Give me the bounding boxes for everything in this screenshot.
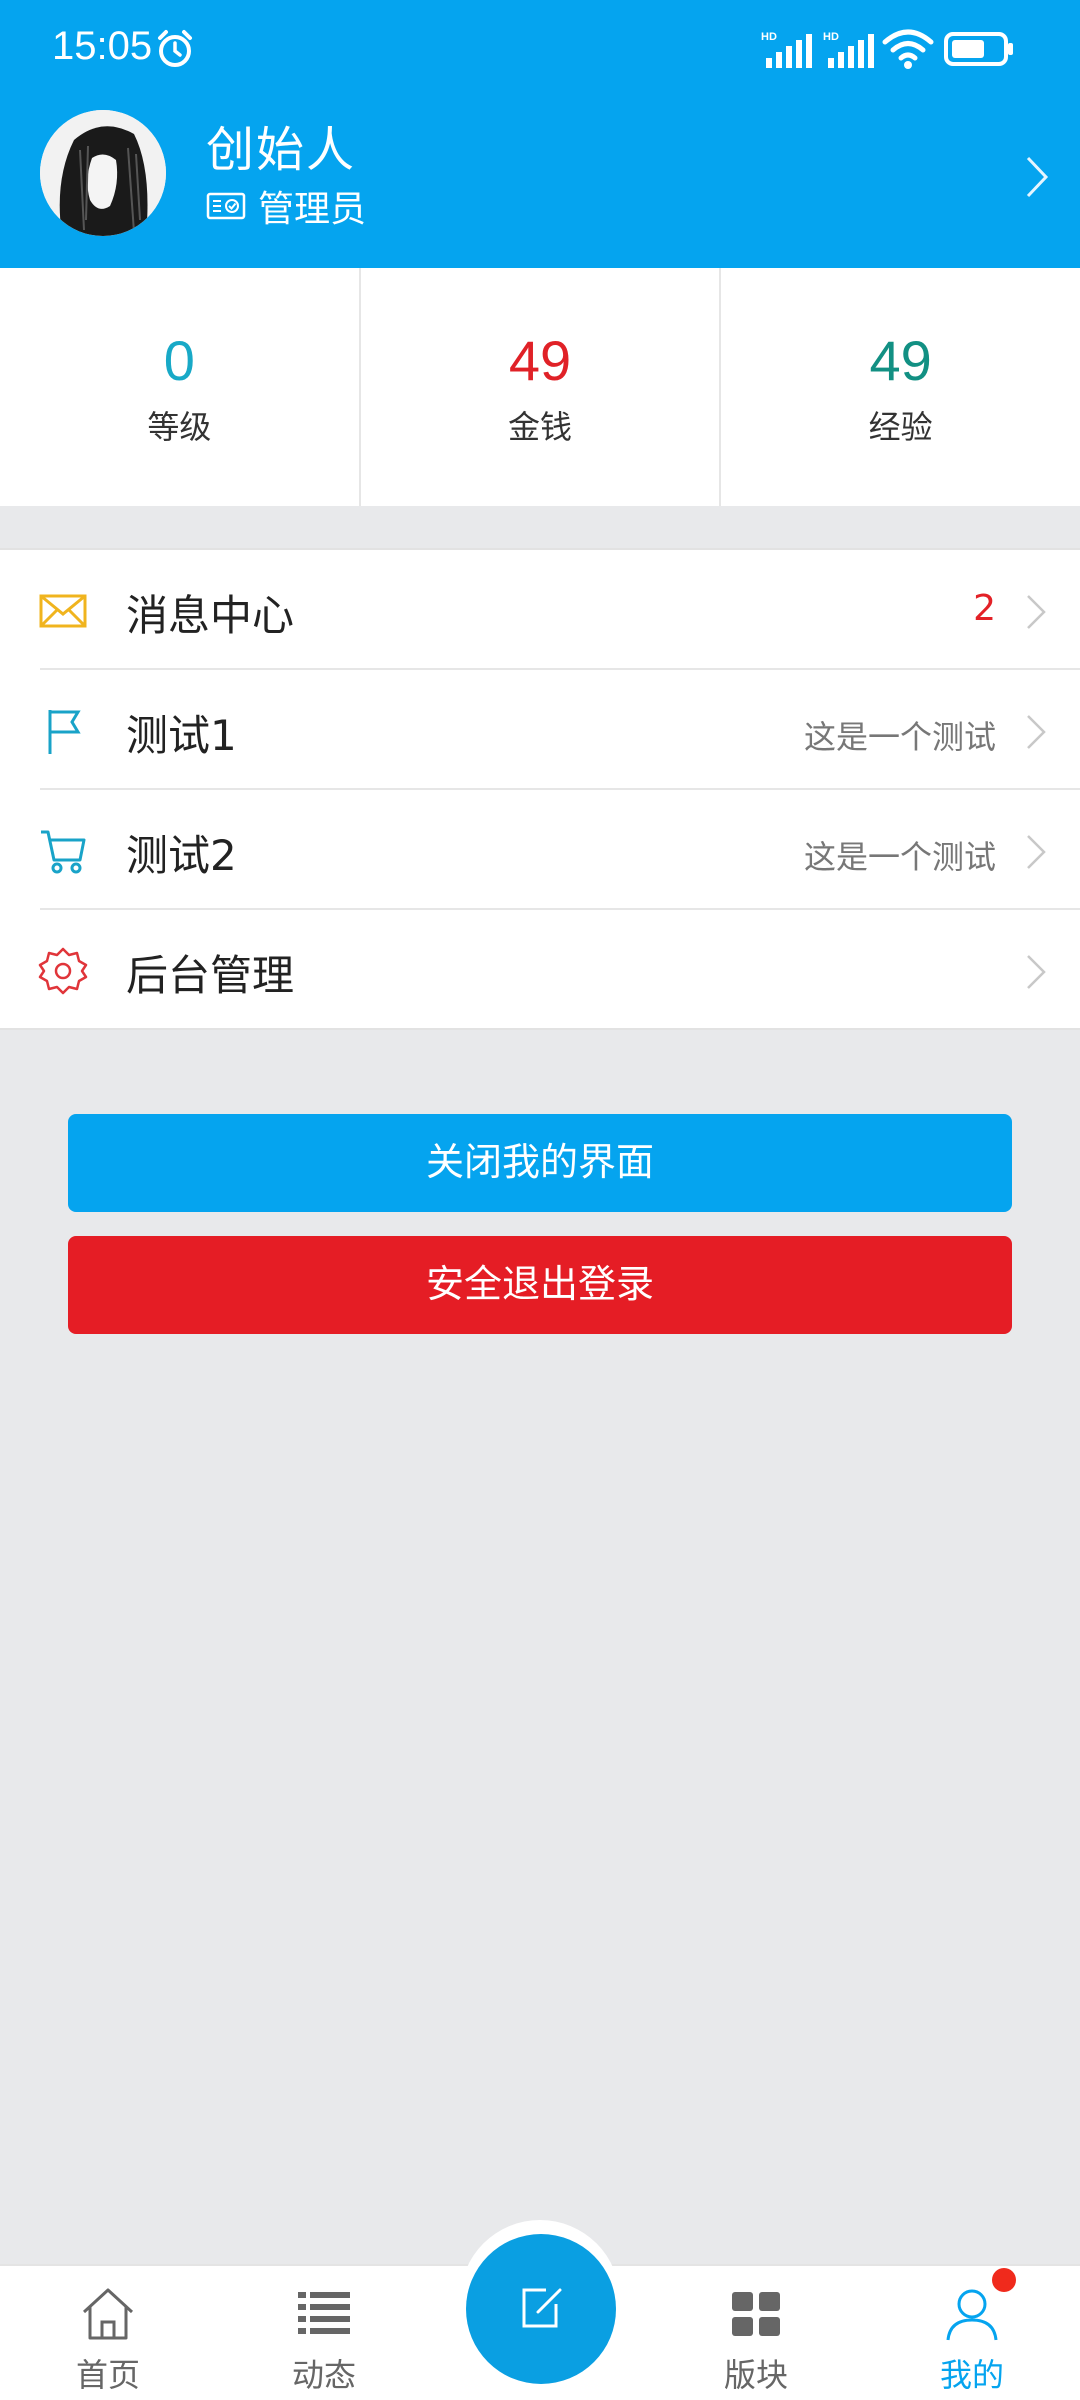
menu-item-admin[interactable]: 后台管理	[0, 910, 1080, 1030]
profile-header: 15:05 HD HD 创始人 管理员	[0, 0, 1080, 268]
edit-icon	[522, 2288, 562, 2328]
chevron-right-icon	[1027, 715, 1046, 749]
stat-label: 经验	[868, 408, 933, 446]
status-bar: 15:05 HD HD	[0, 0, 1080, 96]
stat-experience[interactable]: 49 经验	[719, 268, 1080, 506]
stat-value: 0	[163, 329, 195, 392]
menu-item-test2[interactable]: 测试2 这是一个测试	[0, 790, 1080, 910]
tab-label: 我的	[939, 2356, 1004, 2394]
unread-count-badge: 2	[973, 588, 996, 629]
close-my-page-button[interactable]: 关闭我的界面	[68, 1114, 1012, 1212]
chevron-right-icon	[1027, 835, 1046, 869]
menu-value: 这是一个测试	[803, 838, 996, 876]
stat-money[interactable]: 49 金钱	[358, 268, 720, 506]
grid-icon	[732, 2292, 780, 2336]
menu-label: 测试1	[126, 711, 237, 760]
tab-mine[interactable]: 我的	[892, 2266, 1052, 2400]
stat-label: 等级	[147, 408, 212, 446]
menu-item-messages[interactable]: 消息中心 2	[0, 550, 1080, 670]
alarm-icon	[158, 30, 192, 67]
cart-icon	[41, 830, 86, 874]
avatar[interactable]	[40, 110, 166, 236]
role-badge: 管理员	[206, 184, 366, 230]
mail-icon	[39, 594, 87, 628]
stat-value: 49	[869, 329, 932, 392]
chevron-right-icon	[1026, 156, 1049, 198]
signal-icon: HD	[761, 31, 812, 68]
network-label-1: HD	[761, 31, 777, 43]
stat-level[interactable]: 0 等级	[0, 268, 359, 506]
profile-row[interactable]: 创始人 管理员	[0, 96, 1080, 268]
tab-activity[interactable]: 动态	[244, 2266, 404, 2400]
compose-post-button[interactable]	[466, 2234, 616, 2384]
menu-value: 这是一个测试	[803, 718, 996, 756]
stat-label: 金钱	[508, 408, 573, 446]
tab-label: 动态	[291, 2356, 356, 2394]
chevron-right-icon	[1027, 955, 1046, 989]
tab-home[interactable]: 首页	[28, 2266, 188, 2400]
chevron-right-icon	[1027, 595, 1046, 629]
profile-name: 创始人	[206, 122, 357, 178]
signal-icon-2: HD	[823, 31, 874, 68]
menu-label: 测试2	[126, 831, 237, 880]
user-icon	[946, 2289, 998, 2341]
menu-list: 消息中心 2 测试1 这是一个测试 测试2 这是一个测试 后台管理	[0, 548, 1080, 1030]
stats-panel: 0 等级 49 金钱 49 经验	[0, 268, 1080, 506]
id-card-icon	[206, 192, 246, 220]
wifi-icon	[882, 29, 934, 69]
profile-role: 管理员	[258, 189, 367, 230]
notification-dot	[992, 2268, 1016, 2292]
battery-icon	[944, 32, 1013, 66]
status-time: 15:05	[52, 24, 153, 68]
list-icon	[298, 2292, 350, 2334]
menu-item-test1[interactable]: 测试1 这是一个测试	[0, 670, 1080, 790]
settings-gear-icon	[38, 947, 88, 995]
tab-label: 版块	[723, 2356, 788, 2394]
menu-label: 后台管理	[126, 951, 295, 1000]
menu-label: 消息中心	[126, 591, 295, 640]
flag-icon	[48, 710, 81, 754]
network-label-2: HD	[823, 31, 839, 43]
logout-button[interactable]: 安全退出登录	[68, 1236, 1012, 1334]
avatar-image	[40, 110, 166, 236]
tab-label: 首页	[75, 2356, 140, 2394]
tab-boards[interactable]: 版块	[676, 2266, 836, 2400]
home-icon	[82, 2288, 134, 2340]
stat-value: 49	[508, 329, 572, 392]
